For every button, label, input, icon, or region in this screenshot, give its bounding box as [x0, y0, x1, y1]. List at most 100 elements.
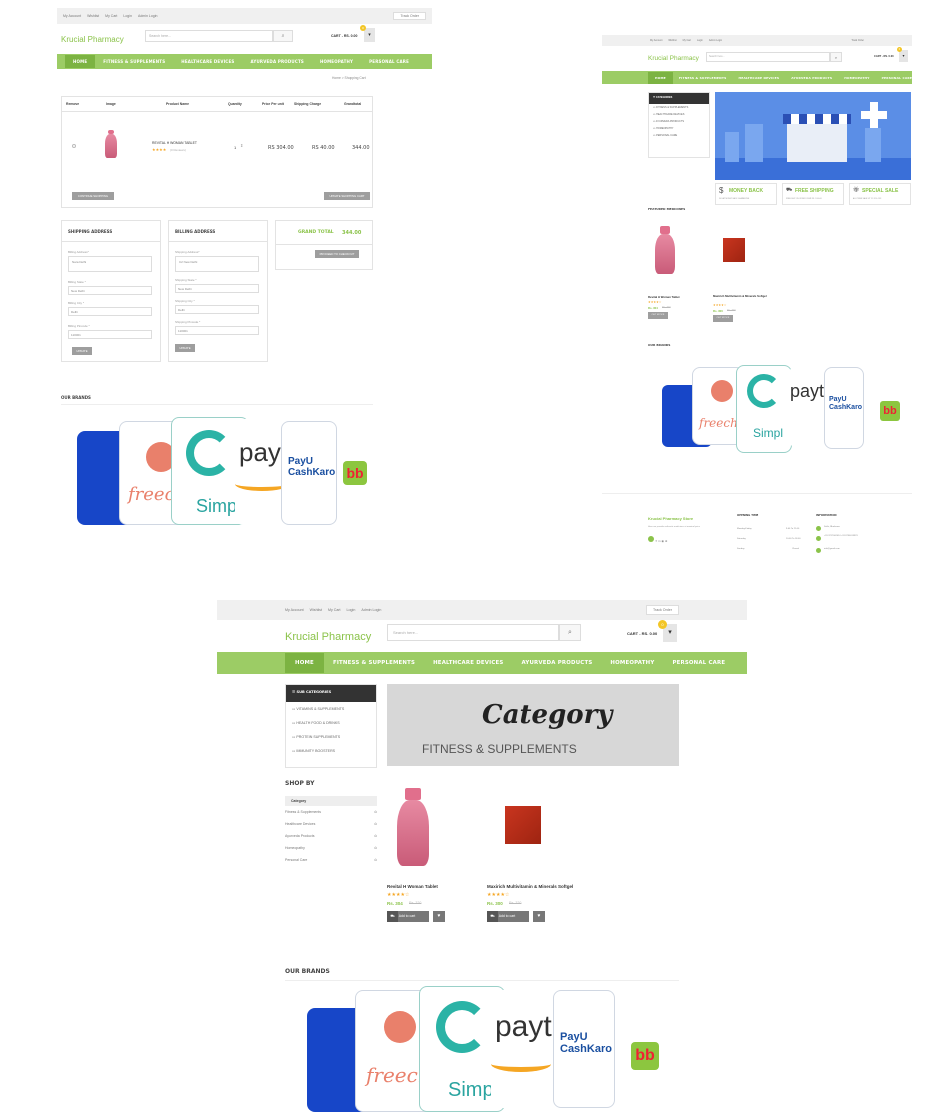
wishlist-heart-button[interactable]: ♥: [433, 911, 445, 922]
product-name[interactable]: REVITAL H WOMAN TABLET: [152, 141, 197, 145]
nav-home[interactable]: HOME: [285, 653, 324, 673]
billing-address-input[interactable]: C2 New Delhi: [175, 256, 259, 272]
globe-icon[interactable]: ⊕: [665, 539, 668, 543]
nav-homeopathy[interactable]: HOMEOPATHY: [312, 59, 361, 64]
login-link[interactable]: Login: [123, 14, 132, 18]
shipping-city-input[interactable]: Delhi: [68, 307, 152, 316]
login-link[interactable]: Login: [697, 39, 703, 42]
nav-homeopathy[interactable]: HOMEOPATHY: [601, 660, 663, 666]
brand-logo-cashkaro[interactable]: PayU CashKaro: [553, 990, 615, 1108]
admin-login-link[interactable]: Admin Login: [138, 14, 157, 18]
nav-home[interactable]: HOME: [648, 71, 673, 84]
brand-logo-cashkaro[interactable]: PayU CashKaro: [824, 367, 864, 449]
update-cart-button[interactable]: UPDATE SHOPPING CART: [324, 192, 370, 200]
search-button[interactable]: ⌕: [830, 52, 842, 62]
nav-fitness[interactable]: FITNESS & SUPPLEMENTS: [95, 59, 173, 64]
rss-icon[interactable]: ◉: [661, 539, 664, 543]
cart-total[interactable]: CART - RS. 0.00: [874, 55, 894, 58]
filter-item[interactable]: Fitness & Supplements ⊙: [285, 806, 377, 818]
nav-healthcare[interactable]: HEALTHCARE DEVICES: [424, 660, 512, 666]
nav-ayurveda[interactable]: AYURVEDA PRODUCTS: [242, 59, 312, 64]
nav-ayurveda[interactable]: AYURVEDA PRODUCTS: [785, 76, 838, 80]
product-card[interactable]: Revital H Woman Tablet ★★★★☆ Rs. 304 Rs.…: [648, 220, 708, 330]
nav-healthcare[interactable]: HEALTHCARE DEVICES: [173, 59, 242, 64]
quantity-value[interactable]: 1: [234, 145, 236, 150]
site-logo[interactable]: Krucial Pharmacy: [648, 55, 699, 62]
proceed-checkout-button[interactable]: PROCEED TO CHECKOUT: [315, 250, 359, 258]
shipping-update-button[interactable]: UPDATE: [72, 347, 92, 355]
my-cart-link[interactable]: My Cart: [328, 608, 341, 612]
brand-logo-bigbasket[interactable]: bb: [880, 401, 900, 421]
product-name[interactable]: Maxirich Multivitamin & Minerals Softgel: [487, 884, 573, 889]
track-order-button[interactable]: Track Order: [393, 12, 426, 20]
category-item[interactable]: ▭ HEALTHCARE DEVICES: [649, 111, 709, 118]
cart-button[interactable]: ▾: [364, 28, 375, 42]
my-cart-link[interactable]: My Cart: [105, 14, 117, 18]
search-input[interactable]: Search here...: [387, 624, 559, 641]
sub-category-item[interactable]: ▭ HEALTH FOOD & DRINKS: [286, 716, 376, 730]
product-name[interactable]: Revital H Woman Tablet: [648, 295, 680, 299]
category-item[interactable]: ▭ HOMEOPATHY: [649, 125, 709, 132]
brand-logo-bigbasket[interactable]: bb: [343, 461, 367, 485]
add-to-cart-button[interactable]: ⛟ Add to cart: [487, 911, 529, 922]
nav-personal-care[interactable]: PERSONAL CARE: [663, 660, 734, 666]
category-item[interactable]: ▭ AYURVEDA PRODUCTS: [649, 118, 709, 125]
brand-logo-bigbasket[interactable]: bb: [631, 1042, 659, 1070]
category-item[interactable]: ▭ FITNESS & SUPPLEMENTS: [649, 104, 709, 111]
nav-homeopathy[interactable]: HOMEOPATHY: [838, 76, 875, 80]
filter-item[interactable]: Homeopathy ⊙: [285, 842, 377, 854]
filter-item[interactable]: Ayurveda Products ⊙: [285, 830, 377, 842]
track-order-button[interactable]: Track Order: [851, 39, 864, 42]
nav-fitness[interactable]: FITNESS & SUPPLEMENTS: [324, 660, 424, 666]
brand-logo-cashkaro[interactable]: PayU CashKaro: [281, 421, 337, 525]
nav-healthcare[interactable]: HEALTHCARE DEVICES: [732, 76, 785, 80]
product-card[interactable]: Revital H Woman Tablet ★★★★☆ Rs. 304 Rs.…: [387, 780, 477, 930]
hero-banner[interactable]: [715, 92, 911, 180]
out-stock-button[interactable]: OUT STOCK: [713, 315, 733, 322]
my-cart-link[interactable]: My Cart: [683, 39, 691, 42]
wishlist-link[interactable]: Wishlist: [87, 14, 99, 18]
nav-fitness[interactable]: FITNESS & SUPPLEMENTS: [673, 76, 733, 80]
search-input[interactable]: Search here...: [706, 52, 830, 62]
product-name[interactable]: Revital H Woman Tablet: [387, 884, 438, 889]
wishlist-link[interactable]: Wishlist: [310, 608, 322, 612]
login-link[interactable]: Login: [347, 608, 356, 612]
filter-item[interactable]: Personal Care ⊙: [285, 854, 377, 866]
sub-category-item[interactable]: ▭ PROTEIN SUPPLEMENTS: [286, 730, 376, 744]
search-button[interactable]: ⌕: [559, 624, 581, 641]
billing-state-input[interactable]: New Delhi: [175, 284, 259, 293]
brand-logo-simpl[interactable]: Simpl: [736, 365, 792, 453]
remove-checkbox[interactable]: [72, 144, 76, 148]
wishlist-heart-button[interactable]: ♥: [533, 911, 545, 922]
continue-shopping-button[interactable]: CONTINUE SHOPPING: [72, 192, 114, 200]
product-card[interactable]: Maxirich Multivitamin & Minerals Softgel…: [713, 220, 783, 330]
category-item[interactable]: ▭ PERSONAL CARE: [649, 132, 709, 139]
my-account-link[interactable]: My Account: [63, 14, 81, 18]
billing-update-button[interactable]: UPDATE: [175, 344, 195, 352]
facebook-icon[interactable]: [648, 536, 654, 542]
search-input[interactable]: Search here...: [145, 30, 273, 42]
track-order-button[interactable]: Track Order: [645, 605, 679, 615]
cart-total[interactable]: CART - RS. 0.00: [627, 631, 657, 636]
product-name[interactable]: Maxirich Multivitamin & Minerals Softgel: [713, 294, 773, 298]
shipping-address-input[interactable]: Nara Delhi: [68, 256, 152, 272]
sub-category-item[interactable]: ▭ VITAMINS & SUPPLEMENTS: [286, 702, 376, 716]
billing-pincode-input[interactable]: 110001: [175, 326, 259, 335]
nav-ayurveda[interactable]: AYURVEDA PRODUCTS: [512, 660, 601, 666]
nav-home[interactable]: HOME: [65, 55, 96, 68]
billing-city-input[interactable]: Delhi: [175, 305, 259, 314]
admin-login-link[interactable]: Admin Login: [361, 608, 381, 612]
quantity-stepper[interactable]: ⇕: [240, 143, 243, 148]
site-logo[interactable]: Krucial Pharmacy: [61, 35, 124, 44]
add-to-cart-button[interactable]: ⛟ Add to cart: [387, 911, 429, 922]
cart-total[interactable]: CART - RS. 0.00: [331, 34, 357, 38]
admin-login-link[interactable]: Admin Login: [709, 39, 722, 42]
product-card[interactable]: Maxirich Multivitamin & Minerals Softgel…: [487, 780, 607, 930]
search-button[interactable]: ⌕: [273, 30, 293, 42]
my-account-link[interactable]: My Account: [285, 608, 304, 612]
twitter-icon[interactable]: ✦: [655, 539, 658, 543]
shipping-state-input[interactable]: New Delhi: [68, 286, 152, 295]
nav-personal-care[interactable]: PERSONAL CARE: [876, 76, 912, 80]
filter-item[interactable]: Healthcare Devices ⊙: [285, 818, 377, 830]
site-logo[interactable]: Krucial Pharmacy: [285, 631, 371, 643]
